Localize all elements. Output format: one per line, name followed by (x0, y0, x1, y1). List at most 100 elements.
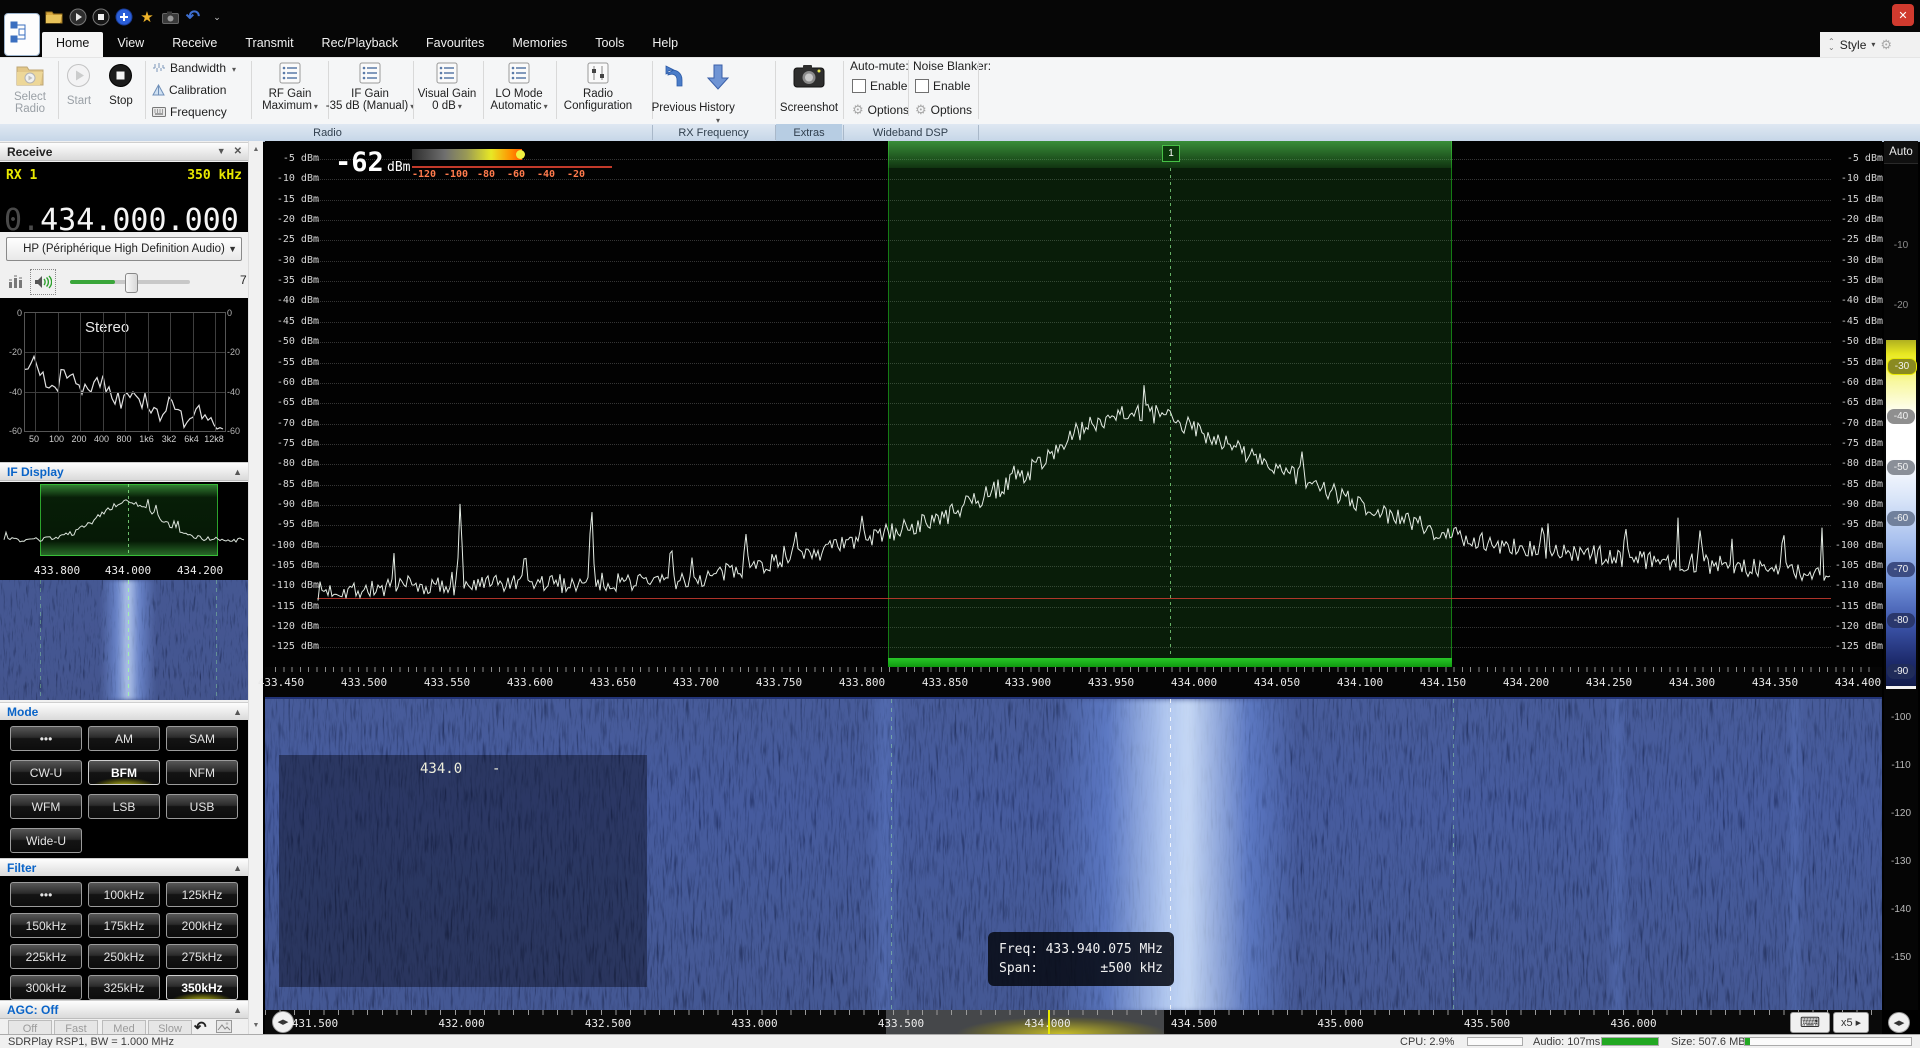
stop-icon[interactable] (91, 7, 111, 27)
mode-header[interactable]: Mode ▲ (0, 702, 248, 721)
rf-spectrum-display[interactable]: 1 -5 dBm-10 dBm-15 dBm-20 dBm-25 dBm-30 … (265, 141, 1882, 667)
filter-button-300khz[interactable]: 300kHz (10, 975, 82, 1000)
tab-favourites[interactable]: Favourites (412, 32, 498, 57)
tab-rec-playback[interactable]: Rec/Playback (308, 32, 412, 57)
collapse-ribbon-icon[interactable]: ⌃⌄ (1828, 39, 1835, 51)
frequency-button[interactable]: Frequency (152, 105, 227, 119)
filter-button-250khz[interactable]: 250kHz (88, 944, 160, 969)
if-gain-button[interactable]: IF Gain-35 dB (Manual) (322, 88, 418, 112)
palette-label-40[interactable]: -40 (1887, 409, 1915, 424)
start-icon[interactable] (66, 63, 91, 88)
tab-help[interactable]: Help (638, 32, 692, 57)
stop-button[interactable]: Stop (102, 95, 140, 107)
palette-label-60[interactable]: -60 (1887, 511, 1915, 526)
panel-collapse-icon[interactable]: ▲ (233, 707, 242, 717)
palette-label-20[interactable]: -20 (1884, 300, 1918, 311)
volume-slider-track[interactable] (70, 280, 190, 284)
screenshot-icon[interactable] (793, 64, 825, 88)
palette-label-10[interactable]: -10 (1884, 240, 1918, 251)
palette-label-70[interactable]: -70 (1887, 562, 1915, 577)
filter-button-350khz[interactable]: 350kHz (166, 975, 238, 1000)
visual-gain-button[interactable]: Visual Gain0 dB (412, 88, 482, 112)
mode-button-bfm[interactable]: BFM (88, 760, 160, 785)
settings-gear-icon[interactable]: ⚙ (1880, 37, 1892, 53)
bandwidth-button[interactable]: Bandwidth (152, 61, 236, 75)
panel-collapse-icon[interactable]: ▲ (233, 467, 242, 477)
filter-header[interactable]: Filter ▲ (0, 858, 248, 877)
palette-label-80[interactable]: -80 (1887, 613, 1915, 628)
checkbox-icon[interactable] (915, 79, 929, 93)
palette-label-50[interactable]: -50 (1887, 460, 1915, 475)
tab-memories[interactable]: Memories (498, 32, 581, 57)
automute-options-button[interactable]: ⚙Options (852, 102, 909, 118)
frequency-display[interactable]: 0.434.000.000 (4, 203, 239, 238)
waterfall-palette-bar[interactable]: Auto -10-20-30-40-50-60-70-80-90-100-110… (1884, 141, 1918, 1010)
rf-gain-button[interactable]: RF GainMaximum (255, 88, 325, 112)
favourite-star-icon[interactable]: ★ (137, 7, 157, 27)
mute-speaker-icon[interactable] (30, 269, 56, 295)
filter-button-125khz[interactable]: 125kHz (166, 882, 238, 907)
stop-icon[interactable] (108, 63, 133, 88)
history-button[interactable]: History (692, 102, 742, 126)
volume-slider-handle[interactable] (125, 273, 138, 293)
close-icon[interactable]: ✕ (1892, 4, 1914, 26)
panel-collapse-icon[interactable]: ▲ (233, 863, 242, 873)
palette-auto-button[interactable]: Auto (1884, 141, 1918, 164)
filter-button-175khz[interactable]: 175kHz (88, 913, 160, 938)
keyboard-entry-button[interactable]: ⌨ (1790, 1012, 1830, 1033)
open-file-icon[interactable] (44, 7, 64, 27)
play-icon[interactable] (68, 7, 88, 27)
mode-button-sam[interactable]: SAM (166, 726, 238, 751)
quick-access-more-icon[interactable]: ⌄ (207, 7, 227, 27)
style-label[interactable]: Style (1840, 38, 1867, 52)
mode-button-cw-u[interactable]: CW-U (10, 760, 82, 785)
mode-button-dots[interactable]: ••• (10, 726, 82, 751)
palette-label-90[interactable]: -90 (1887, 664, 1915, 679)
panel-collapse-icon[interactable]: ▲ (233, 1005, 242, 1015)
radio-configuration-button[interactable]: RadioConfiguration (556, 88, 640, 112)
filter-button-150khz[interactable]: 150kHz (10, 913, 82, 938)
automute-enable-checkbox[interactable]: Enable (852, 79, 907, 93)
panel-collapse-icon[interactable]: ▼ (217, 146, 226, 157)
screenshot-button[interactable]: Screenshot (776, 102, 842, 114)
noiseblanker-enable-checkbox[interactable]: Enable (915, 79, 970, 93)
zoom-factor-button[interactable]: x5▶ (1833, 1012, 1869, 1033)
audio-device-select[interactable]: HP (Périphérique High Definition Audio) … (6, 237, 242, 261)
if-display-header[interactable]: IF Display ▲ (0, 462, 248, 481)
mode-button-wfm[interactable]: WFM (10, 794, 82, 819)
select-radio-icon[interactable] (15, 63, 45, 87)
undo-icon[interactable]: ↶ (183, 7, 203, 27)
mode-button-lsb[interactable]: LSB (88, 794, 160, 819)
select-radio-button[interactable]: SelectRadio (5, 91, 55, 115)
image-icon[interactable] (216, 1020, 232, 1033)
receive-panel-header[interactable]: Receive ▼✕ (0, 142, 248, 161)
previous-icon[interactable] (656, 62, 688, 92)
if-waterfall[interactable] (0, 580, 248, 700)
pan-right-button[interactable]: ◀▶ (1888, 1012, 1910, 1033)
tab-receive[interactable]: Receive (158, 32, 231, 57)
mode-button-wide-u[interactable]: Wide-U (10, 828, 82, 853)
scroll-down-icon[interactable]: ▼ (249, 1019, 263, 1032)
lo-mode-button[interactable]: LO ModeAutomatic (484, 88, 554, 112)
app-logo[interactable] (4, 13, 40, 56)
equalizer-icon[interactable] (8, 273, 24, 289)
wideband-waterfall[interactable]: 434.0 - Freq:433.940.075 MHz Span:±500 k… (265, 697, 1882, 1012)
palette-limit-line[interactable] (1886, 686, 1916, 689)
tab-view[interactable]: View (103, 32, 158, 57)
add-icon[interactable] (114, 7, 134, 27)
filter-button-275khz[interactable]: 275kHz (166, 944, 238, 969)
filter-button-200khz[interactable]: 200kHz (166, 913, 238, 938)
calibration-button[interactable]: Calibration (152, 83, 226, 97)
checkbox-icon[interactable] (852, 79, 866, 93)
scroll-up-icon[interactable]: ▲ (249, 143, 263, 156)
mode-button-nfm[interactable]: NFM (166, 760, 238, 785)
style-caret-icon[interactable]: ▾ (1871, 40, 1875, 49)
camera-icon[interactable] (160, 7, 180, 27)
filter-button-100khz[interactable]: 100kHz (88, 882, 160, 907)
if-spectrum-panel[interactable] (0, 482, 248, 562)
filter-button-225khz[interactable]: 225kHz (10, 944, 82, 969)
mode-button-usb[interactable]: USB (166, 794, 238, 819)
tab-home[interactable]: Home (42, 32, 103, 57)
agc-header[interactable]: AGC: Off ▲ (0, 1000, 248, 1019)
start-button[interactable]: Start (60, 95, 98, 107)
